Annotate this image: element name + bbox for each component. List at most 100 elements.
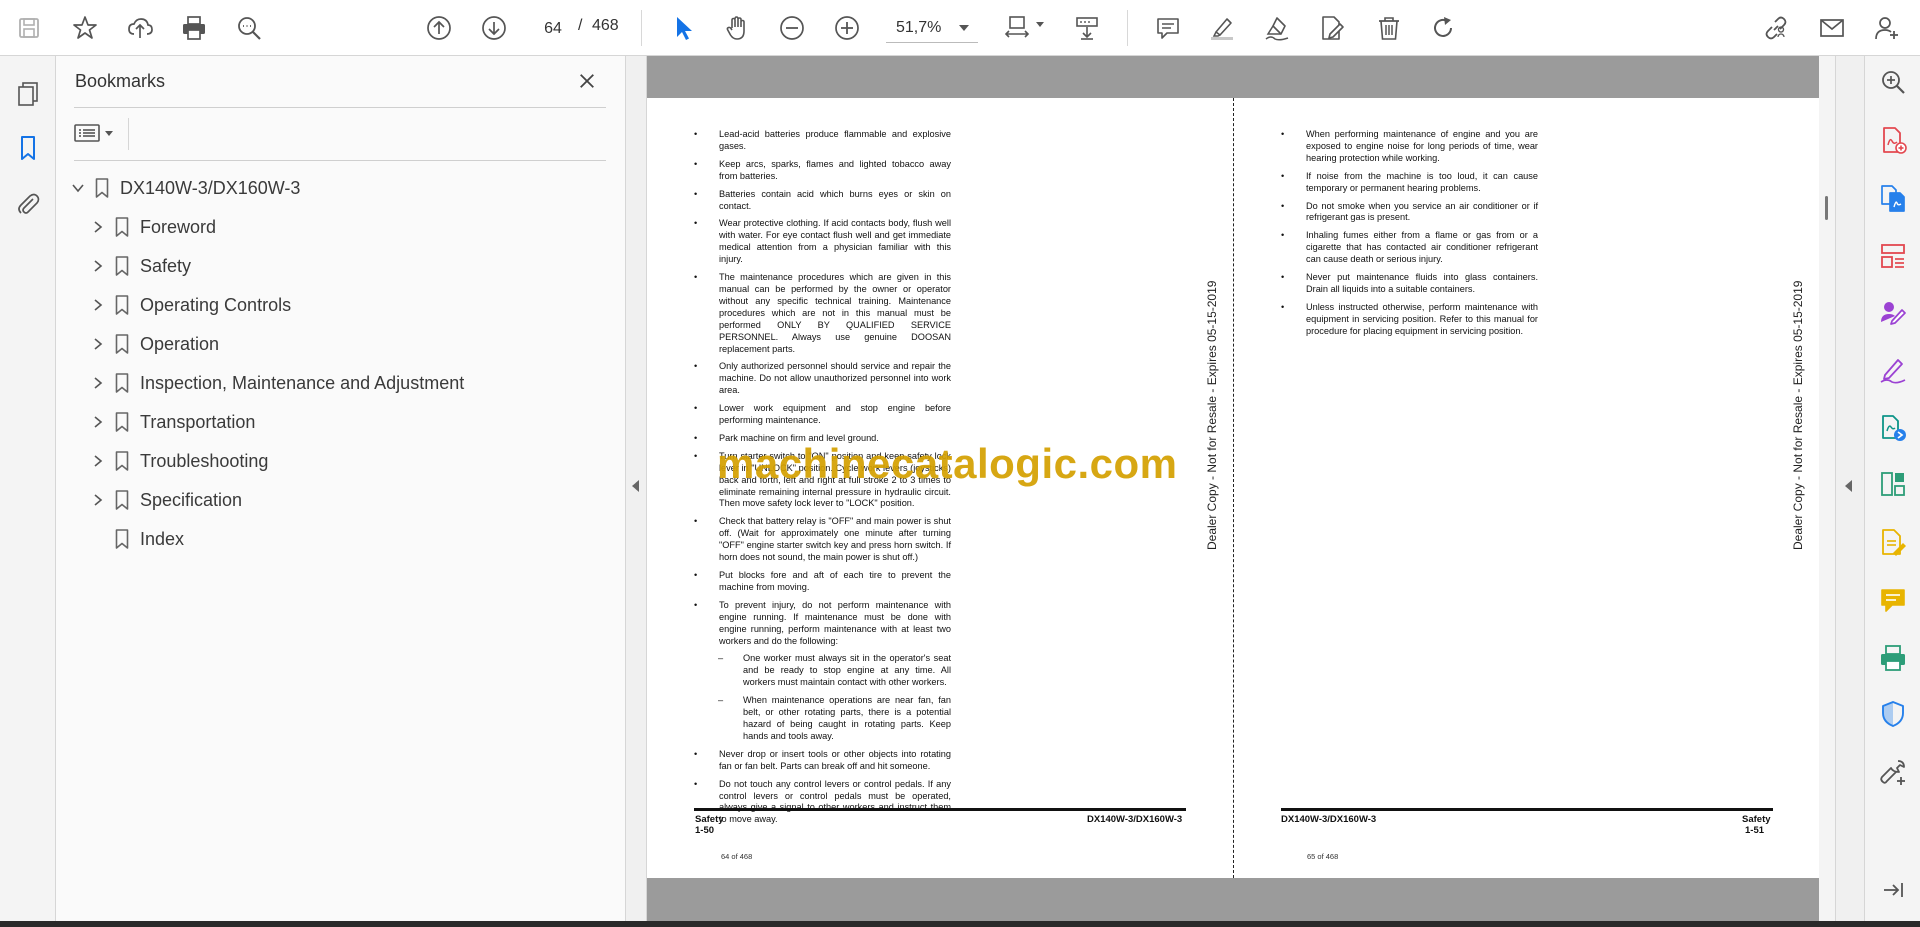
chevron-right-icon[interactable] (91, 220, 105, 234)
page-down-icon[interactable] (475, 9, 513, 47)
bookmark-item[interactable]: Inspection, Maintenance and Adjustment (56, 367, 616, 399)
print-icon[interactable] (175, 9, 213, 47)
vertical-scrollbar[interactable] (1819, 56, 1835, 921)
bullet-item: Keep arcs, sparks, flames and lighted to… (694, 159, 951, 183)
chevron-right-icon[interactable] (91, 454, 105, 468)
page-thumbnails-icon[interactable] (10, 76, 46, 112)
scrollbar-thumb[interactable] (1825, 196, 1828, 220)
document-viewport[interactable]: Lead-acid batteries produce flammable an… (647, 56, 1819, 921)
footer-page-number: 1-50 (695, 825, 715, 836)
share-link-icon[interactable] (1757, 9, 1795, 47)
bookmark-item[interactable]: Transportation (56, 406, 616, 438)
scroll-mode-icon[interactable] (1068, 9, 1106, 47)
account-icon[interactable] (1868, 9, 1906, 47)
tools-collapse-handle[interactable] (1835, 56, 1864, 921)
zoom-out-icon[interactable] (773, 9, 811, 47)
dealer-copy-note: Dealer Copy - Not for Resale - Expires 0… (1205, 280, 1219, 550)
close-icon[interactable] (574, 68, 600, 94)
compare-icon[interactable] (1877, 468, 1909, 500)
zoom-in-icon[interactable] (828, 9, 866, 47)
page-number-input[interactable]: 64 (533, 13, 573, 43)
bookmark-label: Transportation (140, 411, 256, 432)
edit-pdf-icon[interactable] (1313, 9, 1351, 47)
edit-document-icon[interactable] (1877, 526, 1909, 558)
chevron-right-icon[interactable] (91, 259, 105, 273)
chevron-right-icon[interactable] (91, 298, 105, 312)
chevron-down-icon[interactable] (1036, 22, 1044, 27)
collapse-tools-icon[interactable] (1877, 874, 1909, 906)
organize-pages-icon[interactable] (1877, 240, 1909, 272)
zoom-tools-icon[interactable] (1877, 66, 1909, 98)
protect-icon[interactable] (1877, 698, 1909, 730)
chevron-right-icon[interactable] (91, 376, 105, 390)
page-fit-icon[interactable] (998, 9, 1036, 47)
page-spread: Lead-acid batteries produce flammable an… (647, 98, 1819, 878)
chevron-right-icon[interactable] (91, 493, 105, 507)
bookmark-label: Specification (140, 489, 243, 510)
signature-icon[interactable] (1877, 354, 1909, 386)
bookmark-item[interactable]: Foreword (56, 211, 616, 243)
bookmark-options-button[interactable] (74, 118, 120, 148)
print-production-icon[interactable] (1877, 642, 1909, 674)
bookmark-star-icon[interactable] (66, 9, 104, 47)
item-text: Never put maintenance fluids into glass … (1306, 272, 1538, 294)
delete-icon[interactable] (1370, 9, 1408, 47)
bookmarks-panel-icon[interactable] (10, 130, 46, 166)
chevron-left-icon[interactable] (632, 480, 639, 492)
rotate-icon[interactable] (1424, 9, 1462, 47)
bullet-item: Do not smoke when you service an air con… (1281, 201, 1538, 225)
item-text: Wear protective clothing. If acid contac… (719, 218, 951, 265)
item-text: Put blocks fore and aft of each tire to … (719, 570, 951, 592)
export-pdf-icon[interactable] (1877, 124, 1909, 156)
search-zoom-icon[interactable] (230, 9, 268, 47)
bookmark-item[interactable]: Safety (56, 250, 616, 282)
chevron-left-icon[interactable] (1845, 480, 1852, 492)
upload-cloud-icon[interactable] (121, 9, 159, 47)
select-arrow-icon[interactable] (664, 9, 702, 47)
item-text: When maintenance operations are near fan… (743, 695, 951, 741)
chevron-down-icon[interactable] (959, 25, 969, 31)
bullet-item: Put blocks fore and aft of each tire to … (694, 570, 951, 594)
item-text: Keep arcs, sparks, flames and lighted to… (719, 158, 951, 181)
bookmark-item[interactable]: Index (56, 523, 616, 555)
bookmark-label: Foreword (140, 216, 217, 237)
attachments-icon[interactable] (10, 186, 46, 222)
chevron-right-icon[interactable] (91, 415, 105, 429)
dash-item: – When maintenance operations are near fa… (694, 695, 951, 743)
bullet-item: When performing maintenance of engine an… (1281, 129, 1538, 165)
panel-collapse-handle[interactable] (626, 56, 647, 921)
comment-tool-icon[interactable] (1877, 584, 1909, 616)
create-pdf-icon[interactable] (1877, 182, 1909, 214)
bullet-item: The maintenance procedures which are giv… (694, 272, 951, 355)
bookmark-item[interactable]: Operation (56, 328, 616, 360)
bookmark-item[interactable]: Specification (56, 484, 616, 516)
mail-icon[interactable] (1813, 9, 1851, 47)
toolbar-separator (641, 10, 642, 46)
hand-icon[interactable] (718, 9, 756, 47)
send-for-review-icon[interactable] (1877, 412, 1909, 444)
bookmark-label: Operating Controls (140, 294, 292, 315)
page-up-icon[interactable] (420, 9, 458, 47)
page-gap (647, 56, 1819, 98)
bullet-item: Inhaling fumes either from a flame or ga… (1281, 230, 1538, 266)
comment-icon[interactable] (1149, 9, 1187, 47)
footer-section: Safety (695, 814, 724, 825)
chevron-right-icon[interactable] (91, 337, 105, 351)
sign-icon[interactable] (1258, 9, 1296, 47)
save-icon[interactable] (10, 9, 48, 47)
bookmark-item[interactable]: DX140W-3/DX160W-3 (56, 172, 616, 204)
more-tools-icon[interactable] (1877, 756, 1909, 788)
bookmark-label: Operation (140, 333, 220, 354)
footer-rule (1281, 808, 1773, 811)
item-text: When performing maintenance of engine an… (1306, 129, 1538, 163)
fill-sign-icon[interactable] (1877, 296, 1909, 328)
item-text: Inhaling fumes either from a flame or ga… (1306, 230, 1538, 265)
highlight-icon[interactable] (1203, 9, 1241, 47)
dash-item: – One worker must always sit in the opera… (694, 653, 951, 689)
chevron-down-icon (105, 130, 113, 136)
bookmark-item[interactable]: Operating Controls (56, 289, 616, 321)
chevron-down-icon[interactable] (71, 181, 85, 195)
bookmark-icon (115, 490, 129, 510)
bookmark-item[interactable]: Troubleshooting (56, 445, 616, 477)
dash-marker: – (718, 695, 724, 706)
